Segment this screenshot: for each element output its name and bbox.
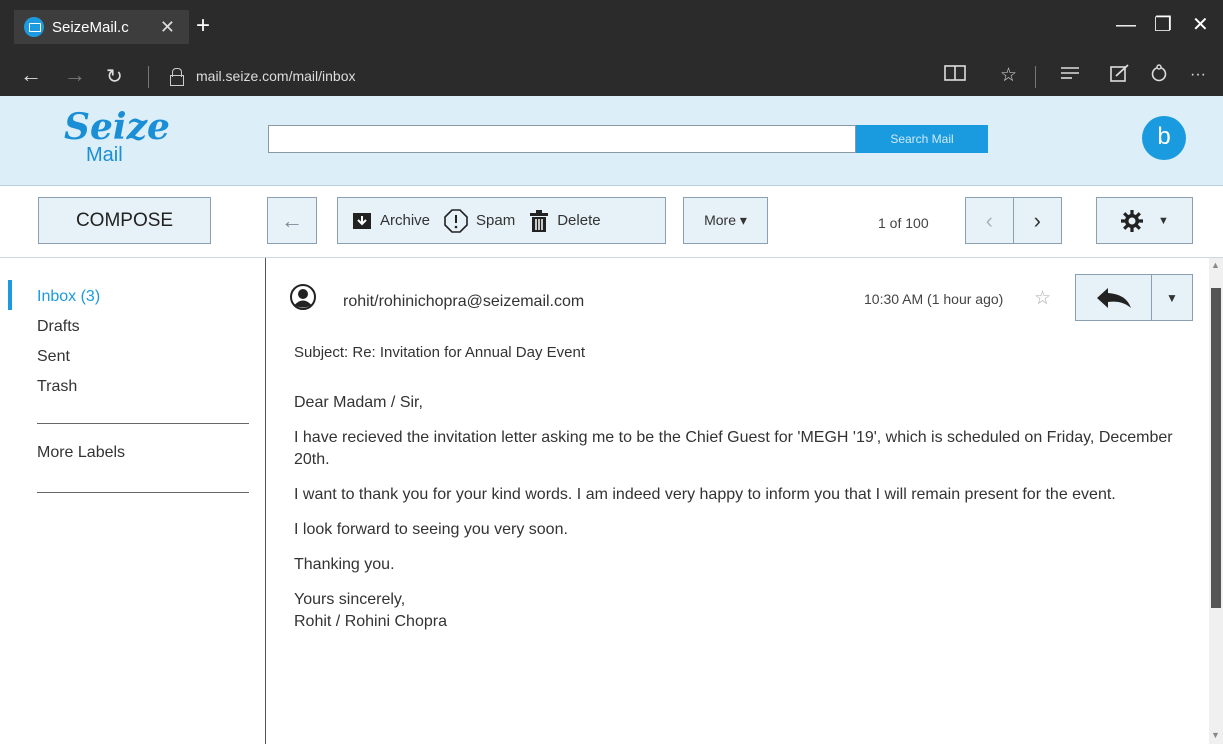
back-to-inbox-button[interactable]: ←: [267, 197, 317, 244]
close-window-icon[interactable]: ✕: [1192, 12, 1209, 37]
previous-page-button[interactable]: ‹: [966, 198, 1014, 243]
new-tab-button[interactable]: +: [196, 12, 210, 40]
reply-arrow-icon: [1096, 287, 1131, 308]
email-signoff: Yours sincerely,: [294, 591, 406, 608]
web-note-icon[interactable]: [1110, 64, 1130, 88]
sender-email: rohit/rohinichopra@seizemail.com: [343, 293, 585, 310]
reading-view-icon[interactable]: [944, 64, 966, 88]
archive-button[interactable]: Archive: [352, 212, 430, 230]
email-timestamp: 10:30 AM (1 hour ago): [864, 291, 1004, 307]
email-greeting: Dear Madam / Sir,: [294, 394, 423, 411]
mail-favicon-icon: [24, 17, 44, 37]
sidebar-item-inbox[interactable]: Inbox (3): [37, 288, 100, 306]
sidebar-item-drafts[interactable]: Drafts: [37, 318, 80, 336]
url-field[interactable]: mail.seize.com/mail/inbox: [196, 68, 356, 84]
delete-label: Delete: [557, 212, 601, 229]
active-indicator: [8, 280, 12, 310]
email-body: Dear Madam / Sir, I have recieved the in…: [294, 392, 1199, 646]
spam-button[interactable]: Spam: [444, 208, 516, 233]
email-subject: Subject: Re: Invitation for Annual Day E…: [294, 344, 585, 361]
scroll-up-icon[interactable]: ▲: [1211, 260, 1220, 270]
page-count: 1 of 100: [878, 215, 929, 231]
sidebar-divider: [37, 492, 249, 493]
toolbar-divider: [1035, 66, 1036, 88]
scrollbar-thumb[interactable]: [1211, 288, 1221, 608]
address-divider: [148, 66, 149, 88]
sidebar: Inbox (3) Drafts Sent Trash More Labels: [0, 258, 266, 744]
star-icon[interactable]: ☆: [1034, 287, 1051, 310]
hub-icon[interactable]: [1060, 64, 1080, 88]
scroll-down-icon[interactable]: ▼: [1211, 730, 1220, 740]
spam-icon: [444, 208, 468, 233]
archive-icon: [353, 212, 371, 229]
more-dropdown[interactable]: More ▾: [683, 197, 768, 244]
browser-address-bar: ← → ↻ mail.seize.com/mail/inbox ☆ ···: [0, 58, 1223, 96]
app-header: Seize Mail Search Mail b: [0, 96, 1223, 186]
share-icon[interactable]: [1150, 64, 1168, 88]
archive-label: Archive: [380, 212, 431, 229]
lock-icon: [170, 68, 184, 86]
browser-tabbar: SeizeMail.c ✕ + — ❐ ✕: [0, 0, 1223, 58]
email-paragraph: I want to thank you for your kind words.…: [294, 486, 1116, 503]
reply-button-group: ▼: [1075, 274, 1193, 321]
forward-arrow-icon[interactable]: →: [64, 62, 86, 88]
browser-tab[interactable]: SeizeMail.c ✕: [14, 10, 189, 44]
email-reading-pane: rohit/rohinichopra@seizemail.com 10:30 A…: [267, 258, 1209, 744]
search-mail-button[interactable]: Search Mail: [856, 125, 988, 153]
email-paragraph: I have recieved the invitation letter as…: [294, 429, 1173, 468]
sidebar-item-sent[interactable]: Sent: [37, 348, 70, 366]
tab-title: SeizeMail.c: [52, 18, 129, 36]
email-signature: Rohit / Rohini Chopra: [294, 613, 447, 630]
favorite-star-icon[interactable]: ☆: [1000, 64, 1017, 87]
restore-icon[interactable]: ❐: [1154, 12, 1172, 37]
sender-avatar-icon: [290, 284, 316, 310]
back-arrow-icon[interactable]: ←: [20, 62, 42, 88]
chevron-down-icon: ▼: [1158, 214, 1169, 227]
scrollbar[interactable]: ▲ ▼: [1209, 258, 1223, 744]
gear-icon: [1121, 209, 1144, 232]
logo-subtitle: Mail: [86, 144, 123, 166]
logo-wordmark: Seize: [64, 106, 170, 148]
refresh-icon[interactable]: ↻: [106, 64, 123, 89]
reply-button[interactable]: [1076, 275, 1152, 320]
settings-dropdown[interactable]: ▼: [1096, 197, 1193, 244]
message-actions-group: Archive Spam Delete: [337, 197, 666, 244]
email-closing: Thanking you.: [294, 556, 395, 573]
left-arrow-icon: ←: [281, 207, 303, 233]
search-input[interactable]: [268, 125, 856, 153]
next-page-button[interactable]: ›: [1014, 198, 1062, 243]
spam-label: Spam: [476, 212, 516, 229]
more-labels-link[interactable]: More Labels: [37, 444, 125, 462]
reply-options-dropdown[interactable]: ▼: [1152, 275, 1192, 320]
pagination-group: ‹ ›: [965, 197, 1062, 244]
delete-button[interactable]: Delete: [529, 209, 601, 232]
seizemail-logo[interactable]: Seize Mail: [64, 106, 194, 176]
more-options-icon[interactable]: ···: [1190, 66, 1206, 84]
sidebar-item-trash[interactable]: Trash: [37, 378, 77, 396]
email-paragraph: I look forward to seeing you very soon.: [294, 521, 568, 538]
user-avatar[interactable]: b: [1142, 116, 1186, 160]
minimize-icon[interactable]: —: [1116, 14, 1136, 37]
mail-toolbar: COMPOSE ← Archive Spam Delete More ▾ 1 o…: [0, 186, 1223, 258]
trash-icon: [530, 209, 549, 232]
sidebar-divider: [37, 423, 249, 424]
tab-close-icon[interactable]: ✕: [160, 17, 175, 38]
compose-button[interactable]: COMPOSE: [38, 197, 211, 244]
